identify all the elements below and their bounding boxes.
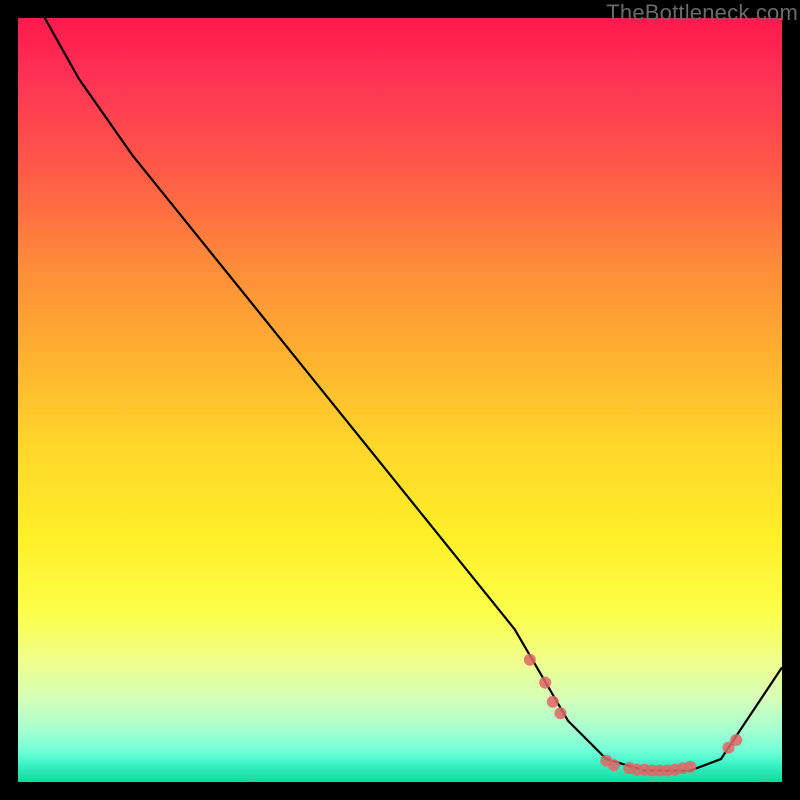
data-point <box>600 755 612 767</box>
data-point <box>554 707 566 719</box>
data-point <box>646 765 658 777</box>
chart-container: TheBottleneck.com <box>0 0 800 800</box>
data-point <box>608 759 620 771</box>
data-point <box>684 761 696 773</box>
data-point <box>547 696 559 708</box>
data-point <box>623 762 635 774</box>
curve-line <box>45 18 782 771</box>
chart-svg <box>18 18 782 782</box>
data-point <box>723 742 735 754</box>
data-point <box>730 734 742 746</box>
data-point <box>669 764 681 776</box>
data-point <box>631 764 643 776</box>
data-point <box>677 762 689 774</box>
data-point <box>661 765 673 777</box>
watermark-text: TheBottleneck.com <box>606 0 798 26</box>
data-point <box>524 654 536 666</box>
data-point <box>638 764 650 776</box>
plot-area <box>18 18 782 782</box>
data-point <box>539 677 551 689</box>
data-point <box>654 765 666 777</box>
scatter-dots <box>524 654 742 777</box>
